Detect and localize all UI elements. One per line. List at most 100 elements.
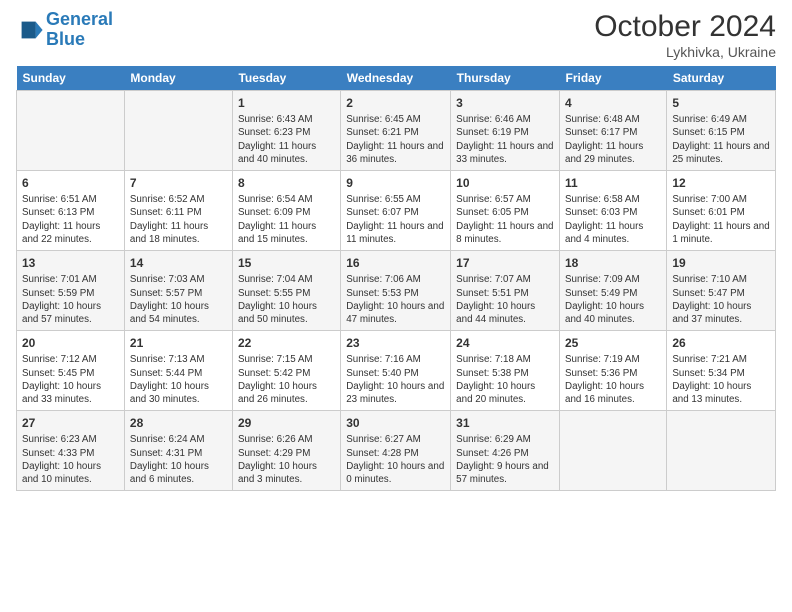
day-number: 7 <box>130 175 227 191</box>
day-number: 23 <box>346 335 445 351</box>
day-info: Sunrise: 6:51 AM Sunset: 6:13 PM Dayligh… <box>22 193 119 246</box>
calendar-cell <box>124 91 232 171</box>
day-info: Sunrise: 6:23 AM Sunset: 4:33 PM Dayligh… <box>22 433 119 486</box>
calendar-cell: 8 Sunrise: 6:54 AM Sunset: 6:09 PM Daylig… <box>232 171 340 251</box>
day-info: Sunrise: 6:24 AM Sunset: 4:31 PM Dayligh… <box>130 433 227 486</box>
day-number: 31 <box>456 415 554 431</box>
calendar-cell: 21 Sunrise: 7:13 AM Sunset: 5:44 PM Dayli… <box>124 331 232 411</box>
calendar-cell: 4 Sunrise: 6:48 AM Sunset: 6:17 PM Daylig… <box>560 91 667 171</box>
day-info: Sunrise: 7:00 AM Sunset: 6:01 PM Dayligh… <box>672 193 770 246</box>
day-info: Sunrise: 6:46 AM Sunset: 6:19 PM Dayligh… <box>456 113 554 166</box>
day-info: Sunrise: 6:27 AM Sunset: 4:28 PM Dayligh… <box>346 433 445 486</box>
header-saturday: Saturday <box>667 66 776 91</box>
day-number: 6 <box>22 175 119 191</box>
day-number: 29 <box>238 415 335 431</box>
day-number: 5 <box>672 95 770 111</box>
title-block: October 2024 Lykhivka, Ukraine <box>594 10 776 60</box>
header-tuesday: Tuesday <box>232 66 340 91</box>
day-number: 30 <box>346 415 445 431</box>
calendar-cell: 11Sunrise: 6:58 AM Sunset: 6:03 PM Dayli… <box>560 171 667 251</box>
day-number: 9 <box>346 175 445 191</box>
day-number: 2 <box>346 95 445 111</box>
day-number: 22 <box>238 335 335 351</box>
calendar-cell: 14Sunrise: 7:03 AM Sunset: 5:57 PM Dayli… <box>124 251 232 331</box>
day-info: Sunrise: 7:04 AM Sunset: 5:55 PM Dayligh… <box>238 273 335 326</box>
calendar-cell: 27 Sunrise: 6:23 AM Sunset: 4:33 PM Dayli… <box>17 411 125 491</box>
logo-icon <box>16 16 44 44</box>
calendar-cell: 10Sunrise: 6:57 AM Sunset: 6:05 PM Dayli… <box>451 171 560 251</box>
calendar-cell: 2 Sunrise: 6:45 AM Sunset: 6:21 PM Daylig… <box>341 91 451 171</box>
calendar-cell: 6 Sunrise: 6:51 AM Sunset: 6:13 PM Daylig… <box>17 171 125 251</box>
day-info: Sunrise: 6:45 AM Sunset: 6:21 PM Dayligh… <box>346 113 445 166</box>
week-row-4: 20 Sunrise: 7:12 AM Sunset: 5:45 PM Dayli… <box>17 331 776 411</box>
logo-text: General Blue <box>46 10 113 50</box>
day-number: 28 <box>130 415 227 431</box>
day-number: 14 <box>130 255 227 271</box>
calendar-cell: 16 Sunrise: 7:06 AM Sunset: 5:53 PM Dayli… <box>341 251 451 331</box>
calendar-cell: 22 Sunrise: 7:15 AM Sunset: 5:42 PM Dayli… <box>232 331 340 411</box>
day-info: Sunrise: 7:06 AM Sunset: 5:53 PM Dayligh… <box>346 273 445 326</box>
day-number: 24 <box>456 335 554 351</box>
day-number: 21 <box>130 335 227 351</box>
day-number: 3 <box>456 95 554 111</box>
day-number: 27 <box>22 415 119 431</box>
day-info: Sunrise: 7:15 AM Sunset: 5:42 PM Dayligh… <box>238 353 335 406</box>
calendar-cell <box>17 91 125 171</box>
calendar-cell: 3 Sunrise: 6:46 AM Sunset: 6:19 PM Daylig… <box>451 91 560 171</box>
calendar-cell: 18Sunrise: 7:09 AM Sunset: 5:49 PM Dayli… <box>560 251 667 331</box>
day-info: Sunrise: 6:52 AM Sunset: 6:11 PM Dayligh… <box>130 193 227 246</box>
day-number: 4 <box>565 95 661 111</box>
day-number: 1 <box>238 95 335 111</box>
calendar-cell: 1Sunrise: 6:43 AM Sunset: 6:23 PM Daylig… <box>232 91 340 171</box>
day-number: 20 <box>22 335 119 351</box>
calendar-cell: 25Sunrise: 7:19 AM Sunset: 5:36 PM Dayli… <box>560 331 667 411</box>
day-info: Sunrise: 6:54 AM Sunset: 6:09 PM Dayligh… <box>238 193 335 246</box>
page: General Blue October 2024 Lykhivka, Ukra… <box>0 0 792 501</box>
day-number: 19 <box>672 255 770 271</box>
header: General Blue October 2024 Lykhivka, Ukra… <box>16 10 776 60</box>
day-number: 8 <box>238 175 335 191</box>
header-thursday: Thursday <box>451 66 560 91</box>
day-info: Sunrise: 7:09 AM Sunset: 5:49 PM Dayligh… <box>565 273 661 326</box>
day-info: Sunrise: 6:57 AM Sunset: 6:05 PM Dayligh… <box>456 193 554 246</box>
day-number: 16 <box>346 255 445 271</box>
header-sunday: Sunday <box>17 66 125 91</box>
calendar-cell: 12Sunrise: 7:00 AM Sunset: 6:01 PM Dayli… <box>667 171 776 251</box>
day-info: Sunrise: 7:18 AM Sunset: 5:38 PM Dayligh… <box>456 353 554 406</box>
calendar-cell: 30 Sunrise: 6:27 AM Sunset: 4:28 PM Dayli… <box>341 411 451 491</box>
week-row-1: 1Sunrise: 6:43 AM Sunset: 6:23 PM Daylig… <box>17 91 776 171</box>
day-number: 15 <box>238 255 335 271</box>
logo: General Blue <box>16 10 113 50</box>
calendar-cell: 19 Sunrise: 7:10 AM Sunset: 5:47 PM Dayli… <box>667 251 776 331</box>
calendar-cell: 28 Sunrise: 6:24 AM Sunset: 4:31 PM Dayli… <box>124 411 232 491</box>
day-info: Sunrise: 7:12 AM Sunset: 5:45 PM Dayligh… <box>22 353 119 406</box>
day-info: Sunrise: 6:26 AM Sunset: 4:29 PM Dayligh… <box>238 433 335 486</box>
calendar-cell: 29 Sunrise: 6:26 AM Sunset: 4:29 PM Dayli… <box>232 411 340 491</box>
day-number: 13 <box>22 255 119 271</box>
day-info: Sunrise: 7:07 AM Sunset: 5:51 PM Dayligh… <box>456 273 554 326</box>
day-info: Sunrise: 7:10 AM Sunset: 5:47 PM Dayligh… <box>672 273 770 326</box>
header-row: SundayMondayTuesdayWednesdayThursdayFrid… <box>17 66 776 91</box>
month-title: October 2024 <box>594 10 776 44</box>
location-subtitle: Lykhivka, Ukraine <box>594 44 776 60</box>
calendar-cell: 26Sunrise: 7:21 AM Sunset: 5:34 PM Dayli… <box>667 331 776 411</box>
calendar-cell <box>667 411 776 491</box>
calendar-cell: 9 Sunrise: 6:55 AM Sunset: 6:07 PM Daylig… <box>341 171 451 251</box>
day-info: Sunrise: 6:55 AM Sunset: 6:07 PM Dayligh… <box>346 193 445 246</box>
week-row-5: 27 Sunrise: 6:23 AM Sunset: 4:33 PM Dayli… <box>17 411 776 491</box>
calendar-cell: 7 Sunrise: 6:52 AM Sunset: 6:11 PM Daylig… <box>124 171 232 251</box>
calendar-table: SundayMondayTuesdayWednesdayThursdayFrid… <box>16 66 776 491</box>
calendar-cell: 13 Sunrise: 7:01 AM Sunset: 5:59 PM Dayli… <box>17 251 125 331</box>
week-row-2: 6 Sunrise: 6:51 AM Sunset: 6:13 PM Daylig… <box>17 171 776 251</box>
calendar-cell: 17Sunrise: 7:07 AM Sunset: 5:51 PM Dayli… <box>451 251 560 331</box>
calendar-cell <box>560 411 667 491</box>
calendar-cell: 31Sunrise: 6:29 AM Sunset: 4:26 PM Dayli… <box>451 411 560 491</box>
day-info: Sunrise: 7:01 AM Sunset: 5:59 PM Dayligh… <box>22 273 119 326</box>
day-number: 25 <box>565 335 661 351</box>
day-info: Sunrise: 7:13 AM Sunset: 5:44 PM Dayligh… <box>130 353 227 406</box>
day-number: 26 <box>672 335 770 351</box>
week-row-3: 13 Sunrise: 7:01 AM Sunset: 5:59 PM Dayli… <box>17 251 776 331</box>
day-info: Sunrise: 6:48 AM Sunset: 6:17 PM Dayligh… <box>565 113 661 166</box>
header-wednesday: Wednesday <box>341 66 451 91</box>
calendar-cell: 15 Sunrise: 7:04 AM Sunset: 5:55 PM Dayli… <box>232 251 340 331</box>
